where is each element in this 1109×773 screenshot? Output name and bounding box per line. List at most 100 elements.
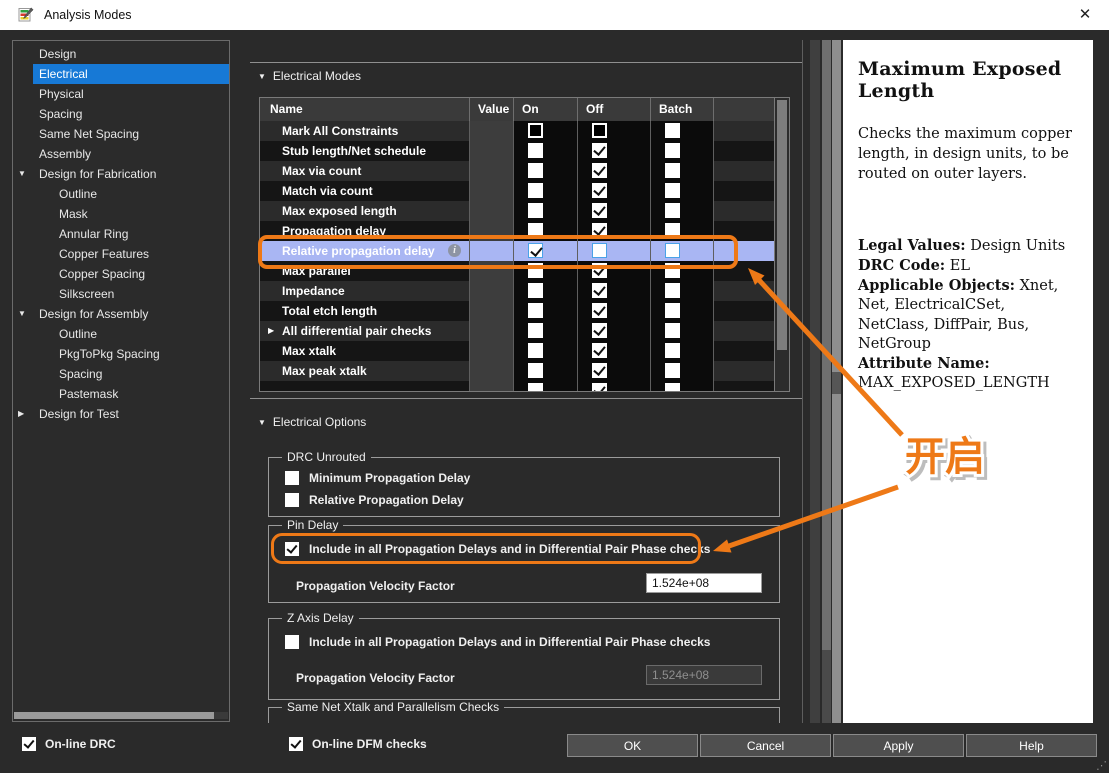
table-row-propagation-delay[interactable]: Propagation delay [260, 221, 774, 241]
checkbox-checked-icon[interactable] [592, 263, 607, 278]
pin-delay-include-checkbox[interactable]: Include in all Propagation Delays and in… [285, 542, 710, 556]
table-row-relative-propagation-delay[interactable]: Relative propagation delay [260, 241, 774, 261]
column-header-batch[interactable]: Batch [651, 98, 714, 122]
value-cell[interactable] [470, 241, 514, 261]
sidebar-item-outline[interactable]: Outline [33, 184, 229, 204]
checkbox-unchecked-icon[interactable] [665, 123, 680, 138]
checkbox-unchecked-icon[interactable] [665, 343, 680, 358]
row-name-cell[interactable]: Mark All Constraints [260, 121, 470, 141]
checkbox-checked-icon[interactable] [592, 383, 607, 391]
info-icon[interactable] [448, 244, 461, 257]
table-row-total-etch-length[interactable]: Total etch length [260, 301, 774, 321]
checkbox-unchecked-icon[interactable] [528, 163, 543, 178]
checkbox-filled-icon[interactable] [528, 123, 543, 138]
table-row-stub-length-net-schedule[interactable]: Stub length/Net schedule [260, 141, 774, 161]
value-cell[interactable] [470, 261, 514, 281]
column-header-value[interactable]: Value [470, 98, 514, 122]
dialog-scrollbar-track[interactable] [810, 40, 820, 723]
checkbox-checked-icon[interactable] [592, 363, 607, 378]
help-button[interactable]: Help [966, 734, 1097, 757]
value-cell[interactable] [470, 321, 514, 341]
value-cell[interactable] [470, 361, 514, 381]
sidebar-item-spacing[interactable]: Spacing [33, 364, 229, 384]
checkbox-checked-icon[interactable] [22, 737, 36, 751]
pin-delay-velocity-input[interactable]: 1.524e+08 [646, 573, 762, 593]
minimum-propagation-delay-checkbox[interactable]: Minimum Propagation Delay [285, 471, 470, 485]
electrical-modes-header[interactable]: Electrical Modes [258, 69, 361, 83]
online-drc-checkbox[interactable]: On-line DRC [22, 737, 116, 751]
row-name-cell[interactable]: Max xtalk [260, 341, 470, 361]
sidebar-item-physical[interactable]: Physical [33, 84, 229, 104]
row-name-cell[interactable]: Total etch length [260, 301, 470, 321]
checkbox-unchecked-icon[interactable] [528, 263, 543, 278]
checkbox-unchecked-icon[interactable] [592, 243, 607, 258]
value-cell[interactable] [470, 381, 514, 391]
checkbox-unchecked-icon[interactable] [528, 303, 543, 318]
tree-expanded-icon[interactable] [18, 304, 30, 324]
checkbox-checked-icon[interactable] [592, 143, 607, 158]
table-row-max-peak-xtalk[interactable]: Max peak xtalk [260, 361, 774, 381]
sidebar-item-design-for-test[interactable]: Design for Test [33, 404, 229, 424]
sidebar-item-mask[interactable]: Mask [33, 204, 229, 224]
sidebar-item-spacing[interactable]: Spacing [33, 104, 229, 124]
sidebar-item-assembly[interactable]: Assembly [33, 144, 229, 164]
value-cell[interactable] [470, 301, 514, 321]
row-name-cell[interactable]: ▶All differential pair checks [260, 321, 470, 341]
resize-grip-icon[interactable]: ⋰ [1096, 759, 1107, 772]
electrical-options-header[interactable]: Electrical Options [258, 415, 366, 429]
row-name-cell[interactable]: Max parallel [260, 261, 470, 281]
sidebar-item-pkgtopkg-spacing[interactable]: PkgToPkg Spacing [33, 344, 229, 364]
sidebar-item-design-for-fabrication[interactable]: Design for Fabrication [33, 164, 229, 184]
checkbox-icon[interactable] [285, 493, 299, 507]
checkbox-unchecked-icon[interactable] [665, 163, 680, 178]
table-row-mark-all-constraints[interactable]: Mark All Constraints [260, 121, 774, 141]
value-cell[interactable] [470, 181, 514, 201]
sidebar-item-design[interactable]: Design [33, 44, 229, 64]
table-vertical-scrollbar[interactable] [774, 98, 789, 391]
row-name-cell[interactable]: Propagation delay [260, 221, 470, 241]
table-row-max-parallel[interactable]: Max parallel [260, 261, 774, 281]
value-cell[interactable] [470, 221, 514, 241]
checkbox-checked-icon[interactable] [592, 343, 607, 358]
row-name-cell[interactable] [260, 381, 470, 391]
checkbox-unchecked-icon[interactable] [665, 243, 680, 258]
checkbox-unchecked-icon[interactable] [528, 283, 543, 298]
checkbox-checked-icon[interactable] [592, 323, 607, 338]
checkbox-unchecked-icon[interactable] [528, 143, 543, 158]
checkbox-unchecked-icon[interactable] [665, 283, 680, 298]
apply-button[interactable]: Apply [833, 734, 964, 757]
table-row-max-exposed-length[interactable]: Max exposed length [260, 201, 774, 221]
value-cell[interactable] [470, 121, 514, 141]
checkbox-checked-icon[interactable] [592, 303, 607, 318]
checkbox-checked-icon[interactable] [592, 283, 607, 298]
column-header-name[interactable]: Name [260, 98, 470, 122]
sidebar-item-outline[interactable]: Outline [33, 324, 229, 344]
checkbox-checked-icon[interactable] [592, 163, 607, 178]
row-name-cell[interactable]: Max exposed length [260, 201, 470, 221]
sidebar-item-electrical[interactable]: Electrical [33, 64, 229, 84]
checkbox-unchecked-icon[interactable] [665, 223, 680, 238]
column-header-off[interactable]: Off [578, 98, 651, 122]
sidebar-item-copper-spacing[interactable]: Copper Spacing [33, 264, 229, 284]
sidebar-item-copper-features[interactable]: Copper Features [33, 244, 229, 264]
checkbox-unchecked-icon[interactable] [665, 363, 680, 378]
checkbox-checked-icon[interactable] [592, 183, 607, 198]
checkbox-unchecked-icon[interactable] [665, 143, 680, 158]
checkbox-unchecked-icon[interactable] [665, 183, 680, 198]
row-name-cell[interactable]: Max via count [260, 161, 470, 181]
table-row-match-via-count[interactable]: Match via count [260, 181, 774, 201]
value-cell[interactable] [470, 341, 514, 361]
checkbox-checked-icon[interactable] [528, 243, 543, 258]
checkbox-unchecked-icon[interactable] [528, 343, 543, 358]
table-row-impedance[interactable]: Impedance [260, 281, 774, 301]
checkbox-icon[interactable] [285, 635, 299, 649]
checkbox-checked-icon[interactable] [289, 737, 303, 751]
row-expand-icon[interactable]: ▶ [268, 321, 274, 341]
table-row-all-differential-pair-checks[interactable]: ▶All differential pair checks [260, 321, 774, 341]
row-name-cell[interactable]: Stub length/Net schedule [260, 141, 470, 161]
checkbox-unchecked-icon[interactable] [528, 183, 543, 198]
sidebar-item-annular-ring[interactable]: Annular Ring [33, 224, 229, 244]
relative-propagation-delay-checkbox[interactable]: Relative Propagation Delay [285, 493, 464, 507]
online-dfm-checkbox[interactable]: On-line DFM checks [289, 737, 427, 751]
table-row-max-via-count[interactable]: Max via count [260, 161, 774, 181]
